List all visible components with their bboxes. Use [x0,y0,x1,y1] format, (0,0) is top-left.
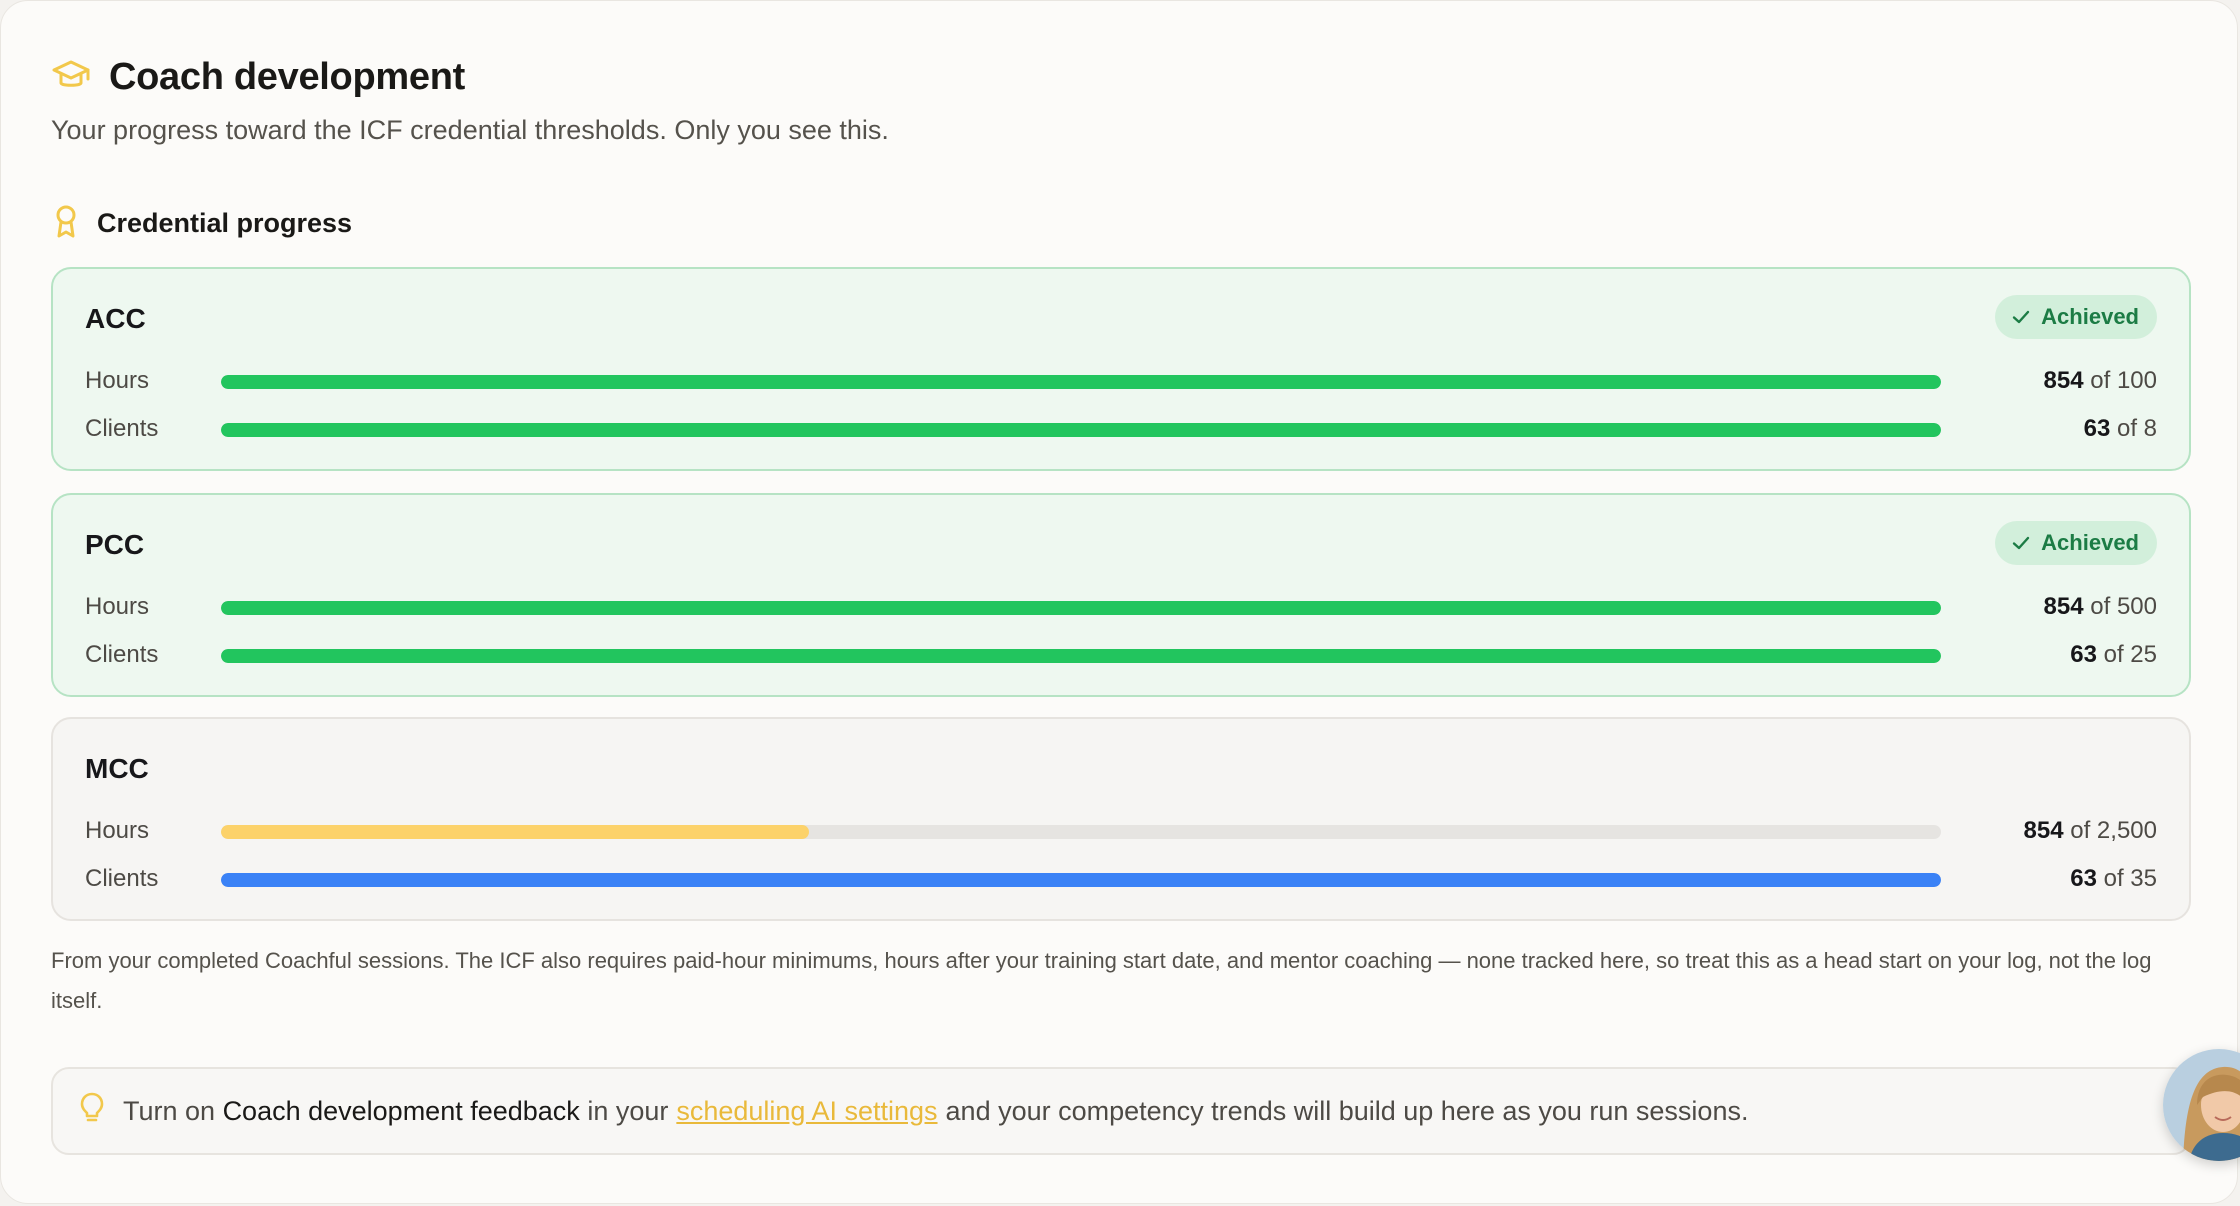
section-title: Credential progress [97,208,353,238]
row-label: Clients [85,641,159,668]
status-badge-label: Achieved [2041,304,2139,329]
check-icon [2012,310,2030,324]
callout-text: in your [579,1095,669,1126]
progress-fill [221,649,1941,663]
credential-name: MCC [85,753,149,784]
tracking-note: From your completed Coachful sessions. T… [51,948,2152,1013]
row-label: Hours [85,817,150,844]
scheduling-ai-settings-link[interactable]: scheduling AI settings [676,1096,937,1127]
row-value: 854 of 500 [2043,593,2157,620]
award-ribbon-icon [51,203,81,244]
progress-row-hours: Hours 854 of 500 [85,587,2157,627]
progress-track [221,873,1941,887]
lightbulb-icon [79,1091,123,1132]
credential-card-mcc: MCC Hours 854 of 2,500 Clients 63 of 35 [51,717,2191,921]
graduation-cap-icon [51,55,91,100]
row-value: 63 of 8 [2083,415,2157,442]
credential-name: PCC [85,529,145,560]
row-label: Clients [85,865,159,892]
panel-header: Coach development [51,55,465,100]
row-value: 63 of 25 [2070,641,2157,668]
row-label: Clients [85,415,159,442]
progress-track [221,825,1941,839]
progress-track [221,423,1941,437]
progress-fill [221,601,1941,615]
page-subtitle: Your progress toward the ICF credential … [51,115,889,145]
progress-row-clients: Clients 63 of 8 [85,409,2157,449]
row-label: Hours [85,367,150,394]
progress-row-clients: Clients 63 of 35 [85,859,2157,899]
progress-row-clients: Clients 63 of 25 [85,635,2157,675]
check-icon [2012,536,2030,550]
status-badge: Achieved [1995,521,2157,565]
status-badge-label: Achieved [2041,530,2139,555]
status-badge: Achieved [1995,295,2157,339]
row-value: 854 of 2,500 [2023,817,2157,844]
credential-card-pcc: PCC Achieved Hours 854 of 500 Clients 63… [51,493,2191,697]
feedback-callout: Turn on Coach development feedback in yo… [51,1067,2191,1155]
progress-fill [221,825,809,839]
progress-fill [221,423,1941,437]
coach-development-panel: Coach development Your progress toward t… [0,0,2240,1204]
page-title: Coach development [109,56,465,98]
progress-track [221,601,1941,615]
progress-row-hours: Hours 854 of 2,500 [85,811,2157,851]
section-header: Credential progress [51,203,352,244]
callout-text: and your competency trends will build up… [945,1095,1749,1126]
callout-text: Turn on [123,1095,223,1126]
credential-name: ACC [85,303,146,334]
row-value: 854 of 100 [2043,367,2157,394]
progress-track [221,649,1941,663]
progress-track [221,375,1941,389]
progress-row-hours: Hours 854 of 100 [85,361,2157,401]
credential-card-acc: ACC Achieved Hours 854 of 100 Clients 63… [51,267,2191,471]
row-value: 63 of 35 [2070,865,2157,892]
progress-fill [221,873,1941,887]
progress-fill [221,375,1941,389]
callout-feature-name: Coach development feedback [222,1095,580,1126]
row-label: Hours [85,593,150,620]
